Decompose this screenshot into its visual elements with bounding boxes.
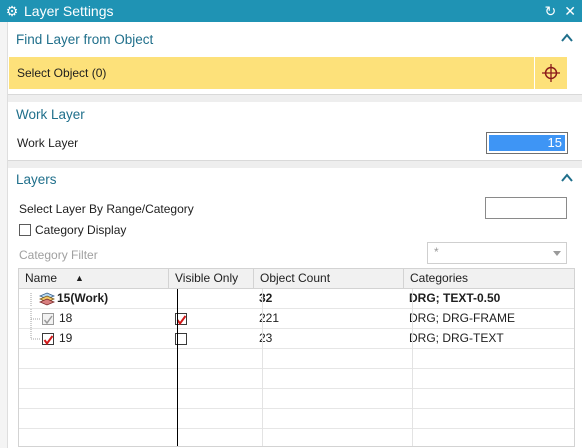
- table-header: Name ▲ Visible Only Object Count Categor…: [19, 269, 574, 289]
- category-display-checkbox[interactable]: [19, 224, 31, 236]
- layer-selectable-checkbox[interactable]: [42, 333, 54, 346]
- object-count: 23: [259, 331, 273, 345]
- category-filter-dropdown[interactable]: *: [427, 242, 567, 264]
- layers-heading: Layers: [16, 171, 57, 187]
- crosshair-icon: [542, 64, 560, 82]
- column-header-name[interactable]: Name ▲: [19, 269, 169, 289]
- work-layer-heading: Work Layer: [16, 106, 85, 122]
- checkmark-icon: [43, 315, 53, 325]
- table-row[interactable]: 19 23 DRG; DRG-TEXT: [19, 329, 574, 349]
- layer-settings-dialog: Find Layer from Object Select Object (0)…: [8, 22, 582, 448]
- empty-row: [19, 349, 574, 369]
- tree-connector-icon: [30, 293, 32, 307]
- tree-connector-icon: [30, 329, 41, 340]
- gear-icon[interactable]: ⚙: [0, 0, 24, 22]
- background-window-edge: [0, 22, 8, 448]
- column-divider: [177, 289, 178, 446]
- layer-name: 15(Work): [57, 291, 109, 305]
- categories: DRG; TEXT-0.50: [409, 291, 501, 305]
- tree-connector-icon: [30, 309, 41, 329]
- sort-ascending-icon: ▲: [75, 273, 84, 283]
- range-category-input[interactable]: [485, 197, 567, 219]
- empty-row: [19, 429, 574, 446]
- select-object-crosshair-button[interactable]: [535, 57, 567, 89]
- find-layer-heading: Find Layer from Object: [16, 31, 154, 47]
- checkmark-icon: [43, 335, 54, 346]
- collapse-chevron-icon[interactable]: [560, 31, 574, 45]
- table-row[interactable]: 15(Work) 32 DRG; TEXT-0.50: [19, 289, 574, 309]
- column-header-object-count[interactable]: Object Count: [254, 269, 404, 289]
- work-layer-section-header[interactable]: Work Layer: [8, 101, 582, 127]
- close-icon[interactable]: ✕: [564, 0, 576, 22]
- column-header-visible-only[interactable]: Visible Only: [169, 269, 254, 289]
- work-layer-input[interactable]: 15: [486, 132, 568, 154]
- empty-row: [19, 409, 574, 429]
- select-object-label: Select Object (0): [17, 66, 107, 80]
- work-layer-value: 15: [489, 135, 565, 151]
- layer-name: 18: [59, 311, 73, 325]
- category-filter-value: *: [434, 245, 439, 259]
- title-bar-buttons: ↻ ✕: [545, 0, 576, 22]
- layers-table: Name ▲ Visible Only Object Count Categor…: [18, 268, 575, 447]
- title-bar: ⚙ Layer Settings ↻ ✕: [0, 0, 582, 22]
- layer-stack-icon: [39, 292, 55, 306]
- column-divider: [412, 289, 413, 446]
- select-by-range-label: Select Layer By Range/Category: [19, 202, 194, 216]
- categories: DRG; DRG-TEXT: [409, 331, 504, 345]
- collapse-chevron-icon[interactable]: [560, 171, 574, 185]
- category-display-label: Category Display: [35, 223, 127, 237]
- empty-row: [19, 389, 574, 409]
- chevron-down-icon: [553, 251, 561, 256]
- layers-section-header[interactable]: Layers: [8, 166, 582, 192]
- find-layer-section-header[interactable]: Find Layer from Object: [8, 26, 582, 52]
- window-title: Layer Settings: [24, 3, 114, 19]
- layer-selectable-checkbox[interactable]: [42, 313, 54, 325]
- empty-row: [19, 369, 574, 389]
- work-layer-label: Work Layer: [17, 136, 79, 150]
- column-divider: [262, 289, 263, 446]
- column-header-categories[interactable]: Categories: [404, 269, 574, 289]
- object-count: 32: [259, 291, 273, 305]
- reset-icon[interactable]: ↻: [545, 0, 557, 22]
- category-filter-label: Category Filter: [19, 248, 98, 262]
- layer-name: 19: [59, 331, 73, 345]
- select-object-row[interactable]: Select Object (0): [9, 57, 534, 89]
- categories: DRG; DRG-FRAME: [409, 311, 515, 325]
- table-row[interactable]: 18 221 DRG; DRG-FRAME: [19, 309, 574, 329]
